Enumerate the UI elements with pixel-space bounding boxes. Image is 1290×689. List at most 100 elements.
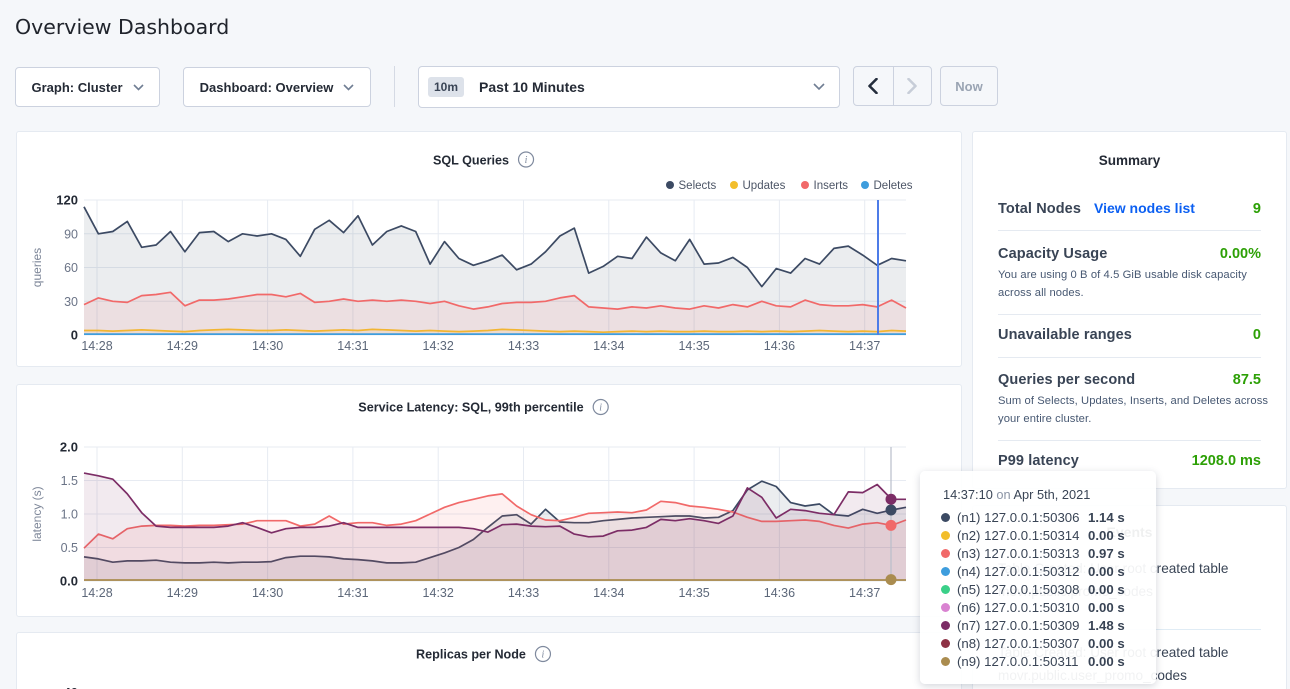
replicas-per-node-chart[interactable]: 40 Replicas per Node i xyxy=(17,633,961,689)
tooltip-node-row: (n1) 127.0.0.1:503061.14 s xyxy=(941,508,1156,526)
summary-divider xyxy=(998,230,1261,231)
tooltip-node-address: (n2) 127.0.0.1:50314 xyxy=(957,528,1088,543)
tooltip-node-row: (n9) 127.0.0.1:503110.00 s xyxy=(941,652,1156,670)
x-tick-label: 14:37 xyxy=(849,339,880,353)
legend-dot-updates xyxy=(730,181,738,189)
summary-stat-description: Sum of Selects, Updates, Inserts, and De… xyxy=(998,393,1271,428)
series-color-dot xyxy=(941,513,950,522)
x-tick-label: 14:28 xyxy=(81,339,112,353)
tooltip-node-value: 1.48 s xyxy=(1088,618,1125,633)
summary-stat-label: Capacity Usage xyxy=(998,245,1107,263)
summary-divider xyxy=(998,357,1261,358)
x-tick-label: 14:32 xyxy=(423,586,454,600)
dashboard-dropdown-label: Dashboard: Overview xyxy=(200,80,334,95)
y-tick-label: 1.5 xyxy=(61,474,78,488)
chevron-left-icon xyxy=(868,78,878,94)
x-tick-label: 14:34 xyxy=(593,586,624,600)
series-color-dot xyxy=(941,657,950,666)
x-tick-label: 14:37 xyxy=(849,586,880,600)
time-window-dropdown[interactable]: 10m Past 10 Minutes xyxy=(418,66,840,108)
controls-divider xyxy=(394,66,395,107)
summary-stat-row: Queries per second 87.5 xyxy=(998,371,1261,389)
tooltip-node-value: 1.14 s xyxy=(1088,510,1125,525)
time-nav-group xyxy=(853,66,932,106)
x-tick-label: 14:32 xyxy=(423,339,454,353)
tooltip-node-address: (n6) 127.0.0.1:50310 xyxy=(957,600,1088,615)
series-color-dot xyxy=(941,639,950,648)
chevron-down-icon xyxy=(133,84,144,91)
summary-stat-label: Queries per second xyxy=(998,371,1135,389)
tooltip-node-address: (n5) 127.0.0.1:50308 xyxy=(957,582,1088,597)
summary-stat-row: Capacity Usage 0.00% xyxy=(998,245,1261,263)
now-button[interactable]: Now xyxy=(940,66,998,106)
time-forward-button[interactable] xyxy=(893,67,932,105)
tooltip-node-value: 0.00 s xyxy=(1088,528,1125,543)
y-tick-label: 90 xyxy=(64,227,78,241)
chevron-down-icon xyxy=(343,84,354,91)
replicas-per-node-chart-panel: 40 Replicas per Node i xyxy=(16,632,962,689)
hover-dot-n3 xyxy=(886,520,897,531)
tooltip-node-address: (n8) 127.0.0.1:50307 xyxy=(957,636,1088,651)
tooltip-node-row: (n4) 127.0.0.1:503120.00 s xyxy=(941,562,1156,580)
tooltip-node-row: (n7) 127.0.0.1:503091.48 s xyxy=(941,616,1156,634)
y-tick-label: 40 xyxy=(64,685,78,689)
y-tick-label: 0.5 xyxy=(61,541,78,555)
page-title: Overview Dashboard xyxy=(15,15,229,39)
series-color-dot xyxy=(941,585,950,594)
y-tick-label: 120 xyxy=(56,193,78,208)
summary-title: Summary xyxy=(998,153,1261,169)
x-tick-label: 14:35 xyxy=(678,586,709,600)
graph-dropdown[interactable]: Graph: Cluster xyxy=(15,67,160,107)
hover-dot-n1 xyxy=(886,504,897,515)
x-tick-label: 14:31 xyxy=(337,339,368,353)
time-back-button[interactable] xyxy=(854,67,893,105)
time-window-label: Past 10 Minutes xyxy=(479,79,585,95)
info-icon-glyph: i xyxy=(542,650,545,661)
legend-dot-selects xyxy=(666,181,674,189)
hover-dot-n9 xyxy=(886,574,897,585)
hover-dot-n7 xyxy=(886,494,897,505)
tooltip-timestamp: 14:37:10 on Apr 5th, 2021 xyxy=(943,487,1156,503)
service-latency-chart[interactable]: 0.00.51.01.52.014:2814:2914:3014:3114:32… xyxy=(17,385,961,616)
x-tick-label: 14:36 xyxy=(764,586,795,600)
tooltip-node-row: (n8) 127.0.0.1:503070.00 s xyxy=(941,634,1156,652)
legend-dot-inserts xyxy=(801,181,809,189)
chart-title: Service Latency: SQL, 99th percentile xyxy=(358,401,583,415)
legend-label-deletes: Deletes xyxy=(874,180,913,192)
y-tick-label: 60 xyxy=(64,261,78,275)
x-tick-label: 14:30 xyxy=(252,339,283,353)
x-tick-label: 14:36 xyxy=(764,339,795,353)
x-tick-label: 14:31 xyxy=(337,586,368,600)
x-tick-label: 14:33 xyxy=(508,586,539,600)
tooltip-node-address: (n7) 127.0.0.1:50309 xyxy=(957,618,1088,633)
summary-divider xyxy=(998,314,1261,315)
sql-queries-chart[interactable]: 030609012014:2814:2914:3014:3114:3214:33… xyxy=(17,132,961,366)
series-color-dot xyxy=(941,603,950,612)
tooltip-node-address: (n3) 127.0.0.1:50313 xyxy=(957,546,1088,561)
dashboard-dropdown[interactable]: Dashboard: Overview xyxy=(183,67,371,107)
x-tick-label: 14:34 xyxy=(593,339,624,353)
summary-stat-description: You are using 0 B of 4.5 GiB usable disk… xyxy=(998,267,1271,302)
chart-hover-tooltip: 14:37:10 on Apr 5th, 2021 (n1) 127.0.0.1… xyxy=(920,471,1156,684)
summary-stat-value: 87.5 xyxy=(1233,371,1261,389)
summary-stat-row: Unavailable ranges0 xyxy=(998,326,1261,344)
summary-stat-row: Total Nodes View nodes list 9 xyxy=(998,199,1261,218)
y-tick-label: 0 xyxy=(71,328,78,343)
x-tick-label: 14:29 xyxy=(167,339,198,353)
tooltip-node-address: (n4) 127.0.0.1:50312 xyxy=(957,564,1088,579)
summary-stat-label: Total Nodes xyxy=(998,200,1081,218)
chevron-right-icon xyxy=(907,78,917,94)
view-nodes-list-link[interactable]: View nodes list xyxy=(1094,199,1195,217)
chart-title: Replicas per Node xyxy=(416,648,526,662)
tooltip-node-value: 0.00 s xyxy=(1088,564,1125,579)
summary-stat-value: 0.00% xyxy=(1220,245,1261,263)
chart-title: SQL Queries xyxy=(433,154,509,168)
chevron-down-icon xyxy=(813,83,825,91)
series-color-dot xyxy=(941,531,950,540)
series-color-dot xyxy=(941,549,950,558)
y-tick-label: 30 xyxy=(64,295,78,309)
tooltip-node-row: (n5) 127.0.0.1:503080.00 s xyxy=(941,580,1156,598)
summary-stat-value: 9 xyxy=(1253,200,1261,218)
summary-stat-row: P99 latency1208.0 ms xyxy=(998,452,1261,470)
x-tick-label: 14:29 xyxy=(167,586,198,600)
